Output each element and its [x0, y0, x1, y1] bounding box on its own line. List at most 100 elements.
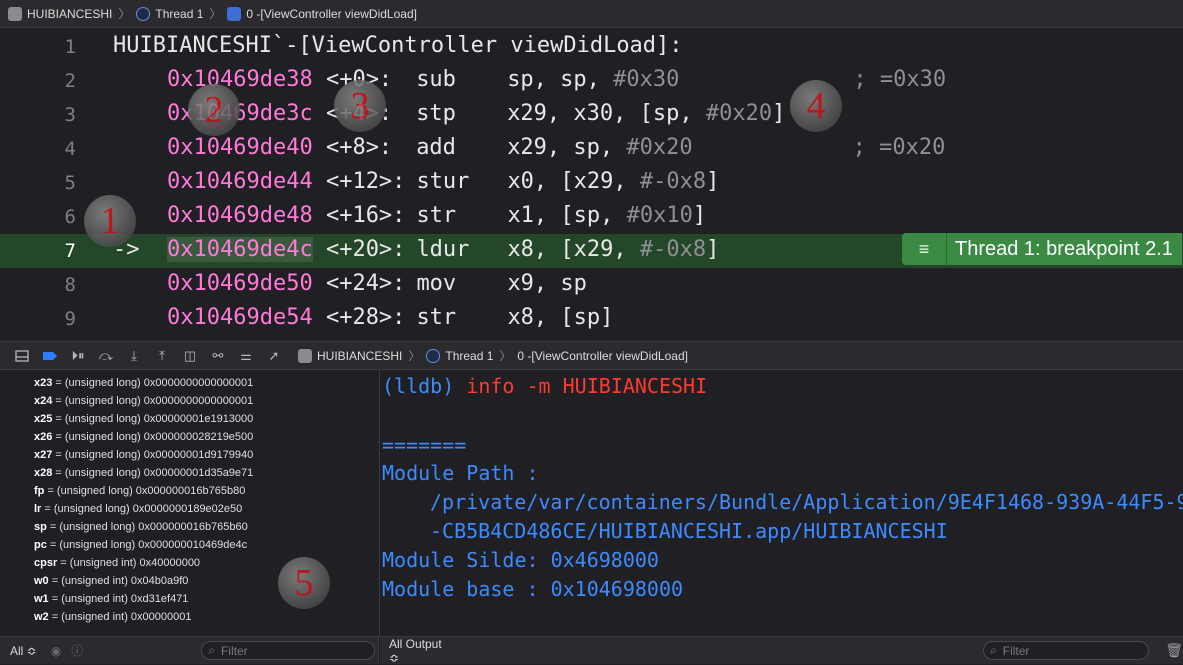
variable-row[interactable]: x25 = (unsigned long) 0x00000001e1913000	[34, 413, 253, 425]
instruction-address: 0x10469de40	[167, 135, 313, 160]
immediate: #0x20	[626, 135, 693, 160]
debug-crumb-app[interactable]: HUIBIANCESHI	[298, 348, 402, 363]
step-over-icon: ⤼	[99, 347, 113, 363]
opcode: str	[416, 203, 457, 228]
annotation-marker: 3	[334, 80, 386, 132]
operand-tail: ]	[772, 101, 786, 126]
annotation-marker: 2	[188, 84, 240, 136]
info-icon[interactable]: ⓘ	[71, 642, 83, 659]
variable-row[interactable]: x26 = (unsigned long) 0x000000028219e500	[34, 431, 253, 443]
instruction-offset: <+16>:	[325, 203, 406, 228]
debug-crumb-frame[interactable]: 0 -[ViewController viewDidLoad]	[517, 349, 688, 363]
code-line: 5 0x10469de44 <+12>: stur x0, [x29, #-0x8]	[0, 166, 1183, 200]
variable-row[interactable]: pc = (unsigned long) 0x000000010469de4c	[34, 539, 247, 551]
immediate: #0x30	[613, 67, 680, 92]
console-base-line: Module base : 0x104698000	[382, 577, 684, 601]
operands: sp, sp,	[507, 67, 614, 92]
operands: x9, sp	[507, 271, 587, 296]
annotation-marker: 4	[790, 80, 842, 132]
console-filter-field[interactable]: ⌕	[983, 641, 1150, 660]
line-number: 7	[64, 240, 76, 262]
jump-bar-app[interactable]: HUIBIANCESHI	[8, 6, 112, 21]
comment: ; =0x30	[853, 67, 947, 92]
environment-overrides-button[interactable]: ⚌	[234, 346, 258, 366]
variable-row[interactable]: x24 = (unsigned long) 0x0000000000000001	[34, 395, 253, 407]
operands: x1, [sp,	[507, 203, 627, 228]
memory-graph-button[interactable]: ⚯	[206, 346, 230, 366]
code-line: 1 HUIBIANCESHI`-[ViewController viewDidL…	[0, 30, 1183, 64]
operands: x29, x30, [sp,	[507, 101, 706, 126]
opcode: ldur	[416, 237, 470, 262]
step-out-button[interactable]: ⤒	[150, 346, 174, 366]
instruction-address: 0x10469de54	[167, 305, 313, 330]
code-line: 9 0x10469de54 <+28>: str x8, [sp]	[0, 302, 1183, 336]
opcode: str	[416, 305, 457, 330]
breakpoints-toggle-button[interactable]	[38, 346, 62, 366]
variable-row[interactable]: cpsr = (unsigned int) 0x40000000	[34, 557, 200, 569]
variable-row[interactable]: lr = (unsigned long) 0x0000000189e02e50	[34, 503, 242, 515]
debug-crumb-thread[interactable]: Thread 1	[426, 348, 493, 363]
operands: x0, [x29,	[507, 169, 640, 194]
step-over-button[interactable]: ⤼	[94, 346, 118, 366]
lldb-console[interactable]: (lldb) info -m HUIBIANCESHI ======= Modu…	[380, 370, 1183, 636]
thread-icon	[426, 348, 441, 363]
instruction-address: 0x10469de44	[167, 169, 313, 194]
variables-filter-input[interactable]	[218, 642, 353, 659]
opcode: stp	[416, 101, 456, 126]
chevron-right-icon: 〉	[408, 349, 421, 363]
chevron-right-icon: 〉	[499, 349, 512, 363]
instruction-offset: <+24>:	[325, 271, 406, 296]
hide-debug-area-button[interactable]	[10, 346, 34, 366]
variables-filter-bar: All ≎ ◉ ⓘ ⌕	[0, 636, 379, 664]
operand-tail: ]	[706, 237, 720, 262]
jump-bar-frame[interactable]: 0 -[ViewController viewDidLoad]	[227, 6, 417, 21]
console-filter-input[interactable]	[1000, 642, 1135, 659]
disassembly-editor[interactable]: 1 HUIBIANCESHI`-[ViewController viewDidL…	[0, 29, 1183, 341]
line-number: 5	[64, 172, 76, 194]
variable-row[interactable]: fp = (unsigned long) 0x000000016b765b80	[34, 485, 245, 497]
comment: ; =0x20	[852, 135, 946, 160]
immediate: #-0x8	[639, 169, 707, 194]
sliders-icon: ⚌	[240, 347, 252, 363]
variables-filter-field[interactable]: ⌕	[201, 641, 376, 660]
app-icon	[8, 6, 22, 21]
debug-view-hierarchy-button[interactable]: ◫	[178, 346, 202, 366]
variable-row[interactable]: w2 = (unsigned int) 0x00000001	[34, 611, 192, 623]
variable-row[interactable]: x23 = (unsigned long) 0x0000000000000001	[34, 377, 253, 389]
console-slide-line: Module Silde: 0x4698000	[382, 548, 659, 572]
simulate-location-button[interactable]: ➚	[262, 346, 286, 366]
jump-bar-thread[interactable]: Thread 1	[136, 6, 203, 21]
step-into-button[interactable]: ⤓	[122, 346, 146, 366]
output-scope-popup[interactable]: All Output ≎	[389, 637, 452, 665]
trash-icon[interactable]: 🗑	[1165, 642, 1183, 659]
operands: x8, [sp]	[507, 305, 614, 330]
instruction-offset: <+28>:	[325, 305, 406, 330]
lldb-prompt: (lldb)	[382, 374, 467, 398]
variable-row[interactable]: x27 = (unsigned long) 0x00000001d9179940	[34, 449, 253, 461]
console-separator: =======	[382, 433, 467, 457]
eye-icon[interactable]: ◉	[51, 644, 61, 658]
operands: x29, sp,	[507, 135, 627, 160]
instruction-offset: <+12>:	[325, 169, 406, 194]
variable-row[interactable]: sp = (unsigned long) 0x000000016b765b60	[34, 521, 248, 533]
variables-scope-popup[interactable]: All ≎	[10, 644, 37, 658]
line-number: 8	[64, 274, 76, 296]
hamburger-menu-icon[interactable]: ≡	[902, 233, 947, 265]
code-line: 6 0x10469de48 <+16>: str x1, [sp, #0x10]	[0, 200, 1183, 234]
variable-row[interactable]: x28 = (unsigned long) 0x00000001d35a9e71	[34, 467, 253, 479]
stack-frame-icon	[227, 6, 242, 21]
variable-row[interactable]: w0 = (unsigned int) 0x04b0a9f0	[34, 575, 188, 587]
console-path-line: -CB5B4CD486CE/HUIBIANCESHI.app/HUIBIANCE…	[430, 519, 948, 543]
search-icon: ⌕	[208, 643, 215, 657]
line-number: 2	[64, 70, 76, 92]
variable-row[interactable]: w1 = (unsigned int) 0xd31ef471	[34, 593, 188, 605]
instruction-address: 0x10469de38	[167, 67, 313, 92]
code-line: 3 0x10469de3c <+4>:stpx29, x30, [sp, #0x…	[0, 98, 1183, 132]
opcode: add	[416, 135, 456, 160]
debug-bar-breadcrumb: HUIBIANCESHI 〉 Thread 1 〉 0 -[ViewContro…	[298, 347, 688, 364]
continue-button[interactable]: ⏵⏸	[66, 346, 90, 366]
breakpoint-annotation[interactable]: ≡ Thread 1: breakpoint 2.1	[902, 233, 1182, 265]
line-number: 4	[64, 138, 76, 160]
debug-bar: ⏵⏸ ⤼ ⤓ ⤒ ◫ ⚯ ⚌ ➚ HUIBIANCESHI 〉 Thread 1…	[0, 341, 1183, 370]
console-command: info -m HUIBIANCESHI	[466, 374, 708, 398]
